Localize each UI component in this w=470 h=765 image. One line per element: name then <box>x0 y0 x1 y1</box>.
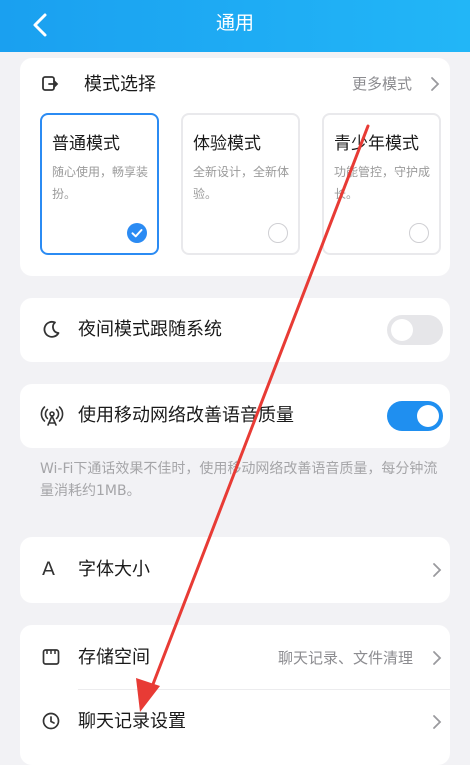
unselected-radio-icon <box>268 223 288 243</box>
mobile-network-label: 使用移动网络改善语音质量 <box>78 405 294 426</box>
mode-option-teen[interactable]: 青少年模式 功能管控，守护成长。 <box>322 113 441 255</box>
font-size-row[interactable]: A 字体大小 <box>20 537 450 603</box>
unselected-radio-icon <box>409 223 429 243</box>
chevron-right-icon <box>433 715 442 729</box>
storage-label: 存储空间 <box>78 647 150 668</box>
mode-switch-icon <box>42 76 59 91</box>
toggle-knob <box>391 319 413 341</box>
mode-option-normal[interactable]: 普通模式 随心使用，畅享装扮。 <box>40 113 159 255</box>
signal-tower-icon <box>40 406 64 426</box>
mode-selection-card: 模式选择 更多模式 普通模式 随心使用，畅享装扮。 体验模式 全新设计，全新体验… <box>20 58 450 276</box>
night-mode-toggle[interactable] <box>387 315 443 345</box>
more-modes-chevron-icon[interactable] <box>430 76 440 92</box>
storage-icon <box>42 649 60 665</box>
mode-option-desc: 全新设计，全新体验。 <box>193 165 290 201</box>
storage-chat-card: 存储空间 聊天记录、文件清理 聊天记录设置 <box>20 625 450 765</box>
mode-option-name: 普通模式 <box>52 134 120 154</box>
storage-value: 聊天记录、文件清理 <box>278 649 414 667</box>
top-nav-bar: 通用 <box>0 0 470 52</box>
storage-row[interactable]: 存储空间 聊天记录、文件清理 <box>20 625 450 689</box>
chat-history-label: 聊天记录设置 <box>78 711 186 732</box>
selected-check-icon <box>127 223 147 243</box>
font-size-label: 字体大小 <box>78 559 150 580</box>
night-mode-row: 夜间模式跟随系统 <box>20 298 450 362</box>
toggle-knob <box>417 405 439 427</box>
mode-option-experience[interactable]: 体验模式 全新设计，全新体验。 <box>181 113 300 255</box>
mobile-network-row: 使用移动网络改善语音质量 <box>20 384 450 448</box>
mode-option-name: 青少年模式 <box>334 134 419 154</box>
chevron-right-icon <box>433 651 442 665</box>
more-modes-link[interactable]: 更多模式 <box>352 74 412 94</box>
moon-icon <box>43 321 60 338</box>
chevron-right-icon <box>433 563 442 577</box>
chat-history-row[interactable]: 聊天记录设置 <box>20 690 450 754</box>
mode-option-desc: 功能管控，守护成长。 <box>334 165 431 201</box>
clock-icon <box>42 712 60 730</box>
mode-option-name: 体验模式 <box>193 134 261 154</box>
page-title: 通用 <box>215 12 254 34</box>
night-mode-label: 夜间模式跟随系统 <box>78 319 222 340</box>
mobile-network-note: Wi-Fi下通话效果不佳时，使用移动网络改善语音质量，每分钟流量消耗约1MB。 <box>40 461 438 499</box>
mode-option-desc: 随心使用，畅享装扮。 <box>52 165 149 201</box>
mobile-network-toggle[interactable] <box>387 401 443 431</box>
mode-section-title: 模式选择 <box>84 74 156 95</box>
font-a-icon: A <box>42 558 55 580</box>
